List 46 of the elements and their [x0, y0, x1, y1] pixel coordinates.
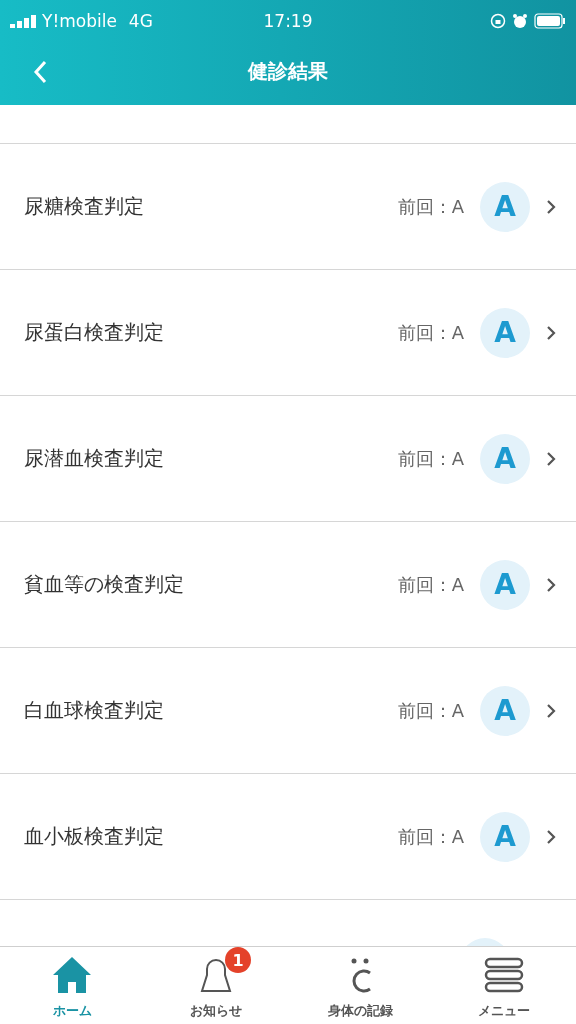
test-name: 尿潜血検査判定: [24, 445, 164, 472]
test-name: 血小板検査判定: [24, 823, 164, 850]
page-title: 健診結果: [248, 58, 328, 85]
chevron-right-icon: [546, 702, 556, 719]
test-name: 尿糖検査判定: [24, 193, 144, 220]
notification-badge: 1: [225, 947, 251, 973]
previous-grade: 前回：A: [397, 320, 464, 345]
test-name: 尿蛋白検査判定: [24, 319, 164, 346]
carrier-name: Y!mobile: [42, 11, 117, 31]
result-row[interactable]: 尿蛋白検査判定 前回：A A: [0, 269, 576, 395]
result-row[interactable]: 白血球検査判定 前回：A A: [0, 647, 576, 773]
result-row[interactable]: 貧血等の検査判定 前回：A A: [0, 521, 576, 647]
tab-bar-item[interactable]: メニュー: [432, 947, 576, 1024]
home-icon: [53, 957, 91, 993]
network-type: 4G: [128, 11, 153, 31]
back-icon[interactable]: [33, 59, 47, 84]
chevron-right-icon: [546, 450, 556, 467]
grade-badge: A: [480, 181, 530, 232]
previous-grade: 前回：A: [397, 572, 464, 597]
chevron-right-icon: [546, 324, 556, 341]
test-name: 白血球検査判定: [24, 697, 164, 724]
grade-badge: A: [480, 811, 530, 862]
tab-bar-item[interactable]: 身体の記録: [288, 947, 432, 1024]
alarm-icon: [512, 13, 528, 29]
grade-badge: A: [480, 559, 530, 610]
previous-grade: 前回：A: [397, 194, 464, 219]
menu-icon: [484, 957, 524, 993]
tab-bar-item[interactable]: 1 お知らせ: [144, 947, 288, 1024]
grade-badge: A: [480, 307, 530, 358]
previous-grade: 前回：A: [397, 698, 464, 723]
previous-grade: 前回：A: [397, 824, 464, 849]
result-row[interactable]: 血小板検査判定 前回：A A: [0, 773, 576, 899]
test-name: 貧血等の検査判定: [24, 571, 184, 598]
previous-grade: 前回：A: [397, 446, 464, 471]
chevron-right-icon: [546, 828, 556, 845]
result-row[interactable]: 尿糖検査判定 前回：A A: [0, 143, 576, 269]
result-row[interactable]: 尿潜血検査判定 前回：A A: [0, 395, 576, 521]
battery-icon: [534, 13, 566, 29]
grade-badge: A: [480, 433, 530, 484]
rotation-lock-icon: [490, 13, 506, 29]
grade-badge: A: [480, 685, 530, 736]
signal-icon: [10, 14, 36, 28]
chevron-right-icon: [546, 198, 556, 215]
tab-bar-item[interactable]: ホーム: [0, 947, 144, 1024]
chevron-right-icon: [546, 576, 556, 593]
status-time: 17:19: [262, 11, 314, 31]
